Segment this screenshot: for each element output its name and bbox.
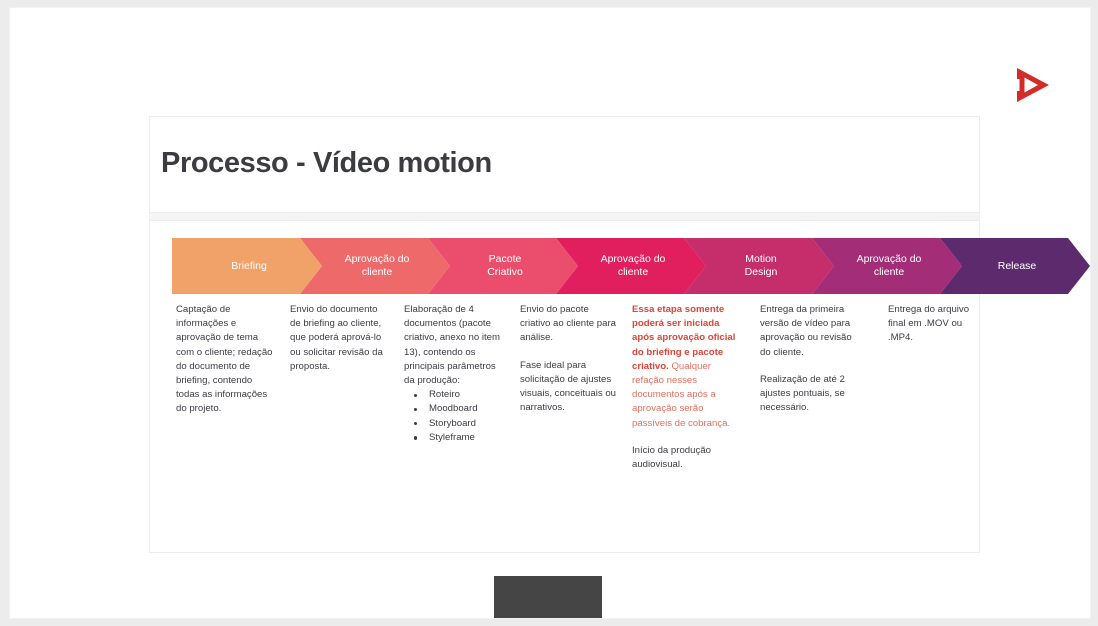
slide-title-band: Processo - Vídeo motion (149, 116, 980, 213)
process-step-label: Aprovação do cliente (344, 253, 410, 278)
accent-note: Essa etapa somente poderá ser iniciada a… (632, 303, 742, 431)
page-title: Processo - Vídeo motion (161, 147, 492, 179)
process-column-4: Envio do pacote criativo ao cliente para… (520, 303, 616, 415)
process-step-2[interactable]: Aprovação do cliente (300, 238, 450, 294)
process-column-7: Entrega do arquivo final em .MOV ou .MP4… (888, 303, 984, 346)
column-paragraph: Início da produção audiovisual. (632, 444, 711, 471)
bottom-dark-bar (494, 576, 602, 618)
column-paragraph: Entrega do arquivo final em .MOV ou .MP4… (888, 304, 970, 344)
process-step-label: Aprovação do cliente (600, 253, 666, 278)
process-step-7[interactable]: Release (940, 238, 1090, 294)
column-bullet-list: Roteiro Moodboard Storyboard Styleframe (404, 388, 508, 445)
process-column-2: Envio do documento de briefing ao client… (290, 303, 390, 374)
process-step-1[interactable]: Briefing (172, 238, 322, 294)
process-chevron-bar: Briefing Aprovação do cliente Pacote Criat… (172, 238, 962, 294)
process-step-label: Briefing (231, 259, 267, 272)
column-paragraph: Fase ideal para solicitação de ajustes v… (520, 359, 616, 414)
column-paragraph: Elaboração de 4 documentos (pacote criat… (404, 304, 500, 387)
process-step-label: Pacote Criativo (487, 253, 523, 278)
list-item: Storyboard (404, 417, 508, 431)
column-paragraph: Entrega da primeira versão de vídeo para… (760, 304, 852, 358)
slide-card: Processo - Vídeo motion Briefing Aprovaçã… (149, 116, 980, 553)
slide-viewer: Processo - Vídeo motion Briefing Aprovaçã… (0, 0, 1098, 626)
process-step-5[interactable]: Motion Design (684, 238, 834, 294)
column-paragraph: Envio do pacote criativo ao cliente para… (520, 304, 616, 344)
process-column-6: Entrega da primeira versão de vídeo para… (760, 303, 856, 415)
list-item: Roteiro (404, 388, 508, 402)
column-paragraph: Envio do documento de briefing ao client… (290, 304, 383, 372)
process-step-3[interactable]: Pacote Criativo (428, 238, 578, 294)
list-item: Moodboard (404, 402, 508, 416)
process-step-label: Release (997, 259, 1037, 272)
column-paragraph: Captação de informações e aprovação de t… (176, 304, 273, 415)
column-paragraph: Realização de até 2 ajustes pontuais, se… (760, 373, 845, 414)
process-column-5: Essa etapa somente poderá ser iniciada a… (632, 303, 742, 472)
process-step-label: Aprovação do cliente (856, 253, 922, 278)
process-text-columns: Captação de informações e aprovação de t… (176, 303, 976, 533)
process-column-3: Elaboração de 4 documentos (pacote criat… (404, 303, 508, 445)
process-step-label: Motion Design (744, 253, 778, 278)
process-step-6[interactable]: Aprovação do cliente (812, 238, 962, 294)
process-column-1: Captação de informações e aprovação de t… (176, 303, 276, 417)
page-sheet: Processo - Vídeo motion Briefing Aprovaçã… (10, 8, 1090, 618)
slide-body-band: Briefing Aprovação do cliente Pacote Criat… (149, 220, 980, 553)
play-triangle-logo-icon (1011, 64, 1053, 106)
list-item: Styleframe (404, 431, 508, 445)
process-step-4[interactable]: Aprovação do cliente (556, 238, 706, 294)
